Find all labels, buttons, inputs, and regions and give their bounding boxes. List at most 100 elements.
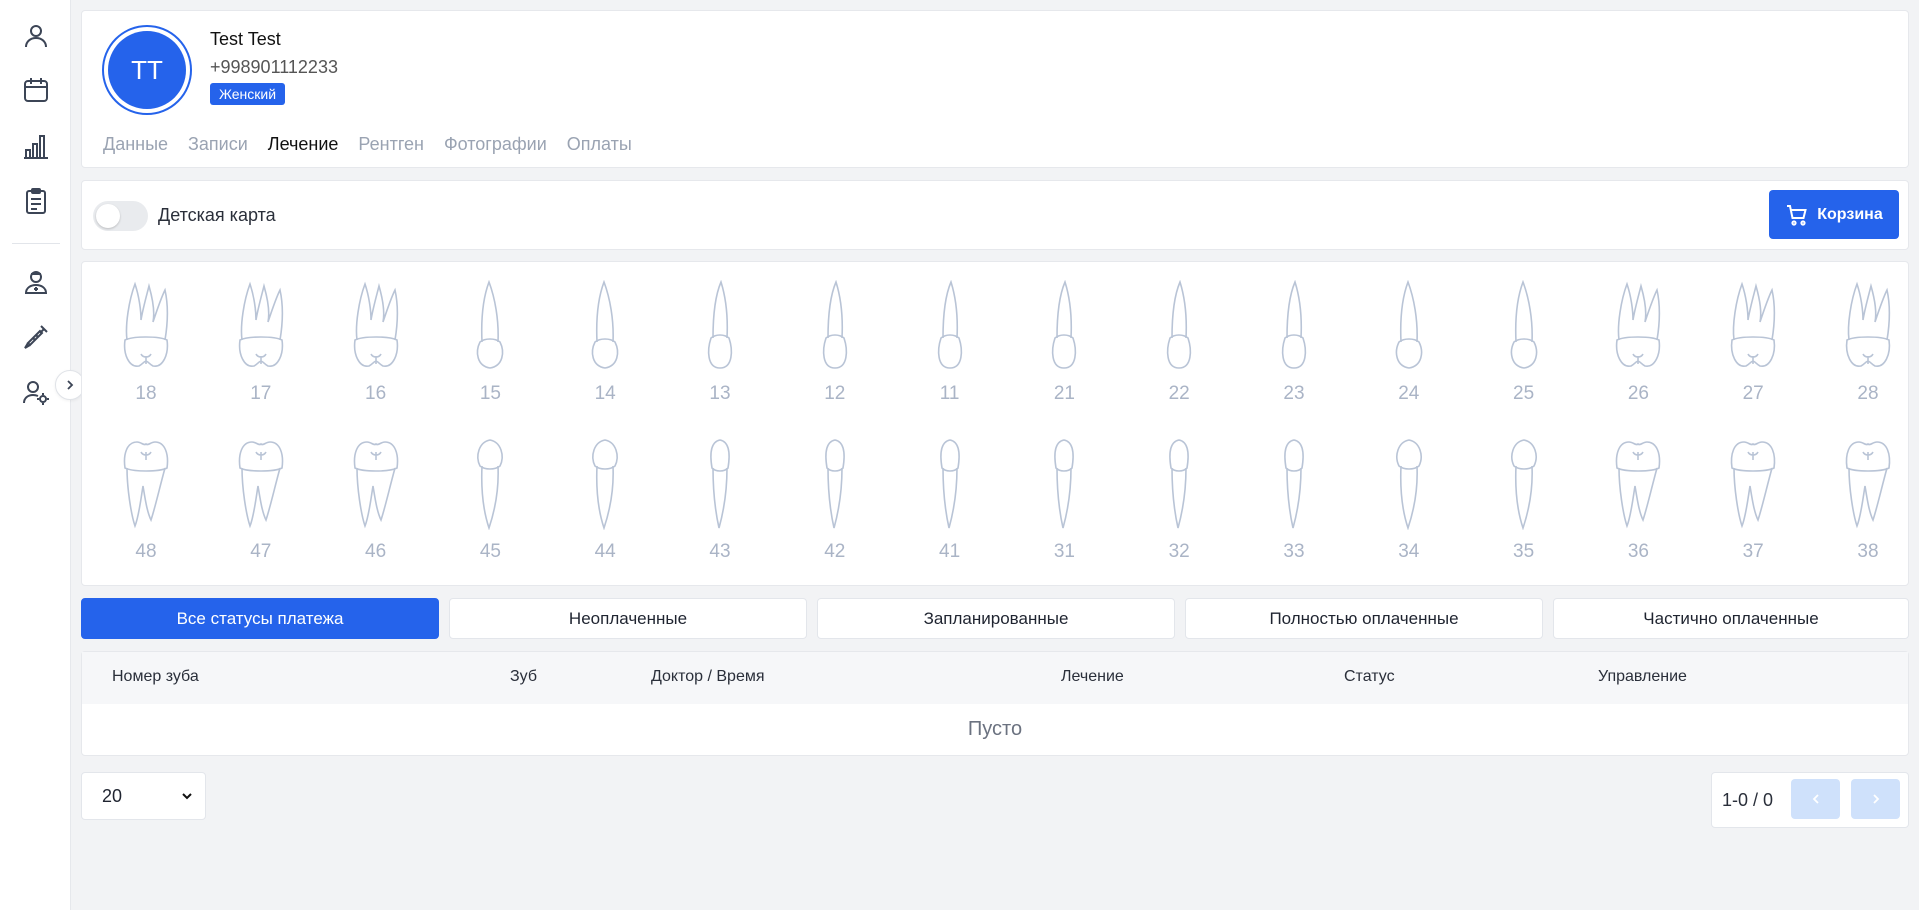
cart-button[interactable]: Корзина — [1769, 190, 1899, 239]
tooth-41[interactable]: 41 — [920, 438, 980, 563]
tooth-front-icon — [1152, 438, 1206, 535]
bar-chart-icon[interactable] — [20, 130, 52, 162]
tooth-21[interactable]: 21 — [1034, 279, 1094, 405]
tooth-27[interactable]: 27 — [1723, 280, 1783, 405]
column-header-doctor-time: Доктор / Время — [651, 668, 765, 685]
tooth-premolar-icon — [1382, 438, 1436, 535]
chevron-left-icon — [1812, 794, 1819, 804]
tooth-37[interactable]: 37 — [1723, 438, 1783, 563]
tooth-front-icon — [1152, 279, 1206, 377]
tooth-premolar-icon — [463, 279, 517, 377]
tooth-32[interactable]: 32 — [1149, 438, 1209, 563]
next-page-button[interactable] — [1851, 779, 1900, 819]
patient-header: TT Test Test +998901112233 Женский Данны… — [81, 10, 1909, 168]
clipboard-icon[interactable] — [20, 185, 52, 217]
tooth-molar-icon — [119, 280, 173, 377]
tab-photos[interactable]: Фотографии — [444, 134, 547, 155]
tooth-14[interactable]: 14 — [575, 279, 635, 405]
doctor-icon[interactable] — [20, 266, 52, 298]
tooth-34[interactable]: 34 — [1379, 438, 1439, 563]
tooth-number: 42 — [824, 541, 846, 562]
filter-all-statuses[interactable]: Все статусы платежа — [81, 598, 439, 639]
tooth-45[interactable]: 45 — [460, 438, 520, 563]
tooth-13[interactable]: 13 — [690, 279, 750, 405]
tooth-number: 18 — [135, 383, 157, 404]
tooth-number: 24 — [1398, 383, 1420, 404]
tooth-number: 26 — [1627, 383, 1649, 404]
tooth-25[interactable]: 25 — [1494, 279, 1554, 405]
tooth-43[interactable]: 43 — [690, 438, 750, 563]
tooth-number: 47 — [250, 541, 272, 562]
tooth-12[interactable]: 12 — [805, 279, 865, 405]
syringe-icon[interactable] — [20, 321, 52, 353]
tooth-premolar-icon — [1497, 438, 1551, 535]
tooth-front-icon — [808, 279, 862, 377]
tooth-44[interactable]: 44 — [575, 438, 635, 563]
tooth-22[interactable]: 22 — [1149, 279, 1209, 405]
tooth-23[interactable]: 23 — [1264, 279, 1324, 405]
filter-unpaid[interactable]: Неоплаченные — [449, 598, 807, 639]
user-icon[interactable] — [20, 20, 52, 52]
cart-icon — [1787, 204, 1808, 226]
tooth-18[interactable]: 18 — [116, 280, 176, 405]
dental-chart: 18 17 16 15 14 13 12 11 21 22 23 24 25 2… — [81, 261, 1909, 586]
sidebar — [0, 0, 71, 910]
tooth-front-icon — [808, 438, 862, 535]
filter-planned[interactable]: Запланированные — [817, 598, 1175, 639]
tooth-number: 48 — [135, 541, 157, 562]
tooth-31[interactable]: 31 — [1034, 438, 1094, 563]
chevron-right-icon — [67, 380, 74, 390]
tooth-15[interactable]: 15 — [460, 279, 520, 405]
tooth-42[interactable]: 42 — [805, 438, 865, 563]
tooth-number: 31 — [1053, 541, 1075, 562]
patient-name: Test Test — [210, 29, 281, 49]
tooth-17[interactable]: 17 — [231, 280, 291, 405]
tooth-premolar-icon — [1497, 279, 1551, 377]
tooth-11[interactable]: 11 — [920, 279, 980, 405]
column-header-tooth: Зуб — [510, 668, 538, 685]
tooth-38[interactable]: 38 — [1838, 438, 1898, 563]
tooth-premolar-icon — [578, 279, 632, 377]
patient-phone: +998901112233 — [210, 57, 338, 77]
chevron-right-icon — [1872, 794, 1879, 804]
tooth-front-icon — [923, 279, 977, 377]
patient-tabs: Данные Записи Лечение Рентген Фотографии… — [103, 134, 632, 155]
tooth-47[interactable]: 47 — [231, 438, 291, 563]
calendar-icon[interactable] — [20, 74, 52, 106]
tooth-46[interactable]: 46 — [346, 438, 406, 563]
tooth-26[interactable]: 26 — [1608, 280, 1668, 405]
filter-fully-paid[interactable]: Полностью оплаченные — [1185, 598, 1543, 639]
tooth-number: 16 — [365, 383, 387, 404]
column-header-treatment: Лечение — [1061, 668, 1124, 685]
tooth-molar-icon — [1726, 280, 1780, 377]
treatment-table: Номер зуба Зуб Доктор / Время Лечение Ст… — [81, 651, 1909, 756]
treatment-toolbar: Детская карта Корзина — [81, 180, 1909, 250]
tooth-premolar-icon — [1382, 279, 1436, 377]
table-header: Номер зуба Зуб Доктор / Время Лечение Ст… — [82, 652, 1908, 704]
tooth-33[interactable]: 33 — [1264, 438, 1324, 563]
user-settings-icon[interactable] — [20, 376, 52, 408]
filter-partially-paid[interactable]: Частично оплаченные — [1553, 598, 1909, 639]
tooth-24[interactable]: 24 — [1379, 279, 1439, 405]
tooth-number: 25 — [1513, 383, 1535, 404]
tooth-48[interactable]: 48 — [116, 438, 176, 563]
tab-treatment[interactable]: Лечение — [268, 134, 339, 155]
tooth-35[interactable]: 35 — [1494, 438, 1554, 563]
child-card-toggle[interactable] — [93, 201, 148, 231]
column-header-actions: Управление — [1598, 668, 1687, 685]
tooth-28[interactable]: 28 — [1838, 280, 1898, 405]
page-size-select[interactable]: 20 — [81, 772, 206, 820]
tooth-front-icon — [693, 279, 747, 377]
column-header-tooth-number: Номер зуба — [112, 668, 199, 685]
prev-page-button[interactable] — [1791, 779, 1840, 819]
tab-payments[interactable]: Оплаты — [567, 134, 632, 155]
tooth-16[interactable]: 16 — [346, 280, 406, 405]
child-card-label: Детская карта — [158, 205, 276, 225]
tab-appointments[interactable]: Записи — [188, 134, 248, 155]
tab-data[interactable]: Данные — [103, 134, 168, 155]
avatar: TT — [102, 25, 192, 115]
tooth-molar-icon — [349, 438, 403, 535]
tooth-front-icon — [693, 438, 747, 535]
tab-xray[interactable]: Рентген — [358, 134, 424, 155]
tooth-36[interactable]: 36 — [1608, 438, 1668, 563]
